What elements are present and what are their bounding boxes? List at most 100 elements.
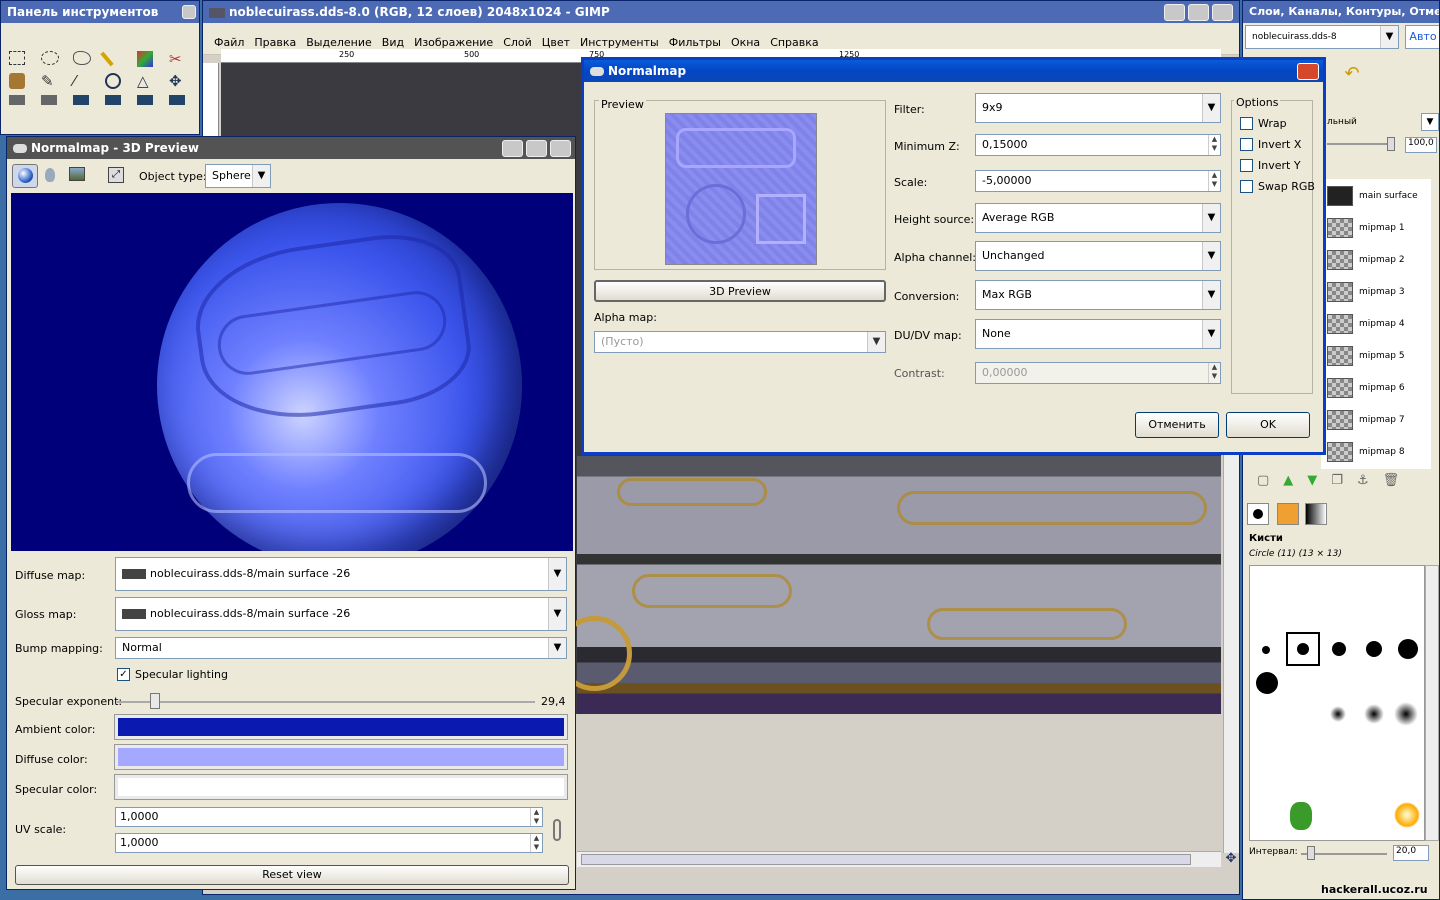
- opacity-slider[interactable]: [1327, 143, 1389, 145]
- alpha-map-select[interactable]: (Пусто) ▼: [594, 331, 886, 353]
- specular-exponent-handle[interactable]: [149, 693, 160, 709]
- minimize-icon[interactable]: [1164, 4, 1185, 21]
- wrap-checkbox[interactable]: [1240, 117, 1253, 130]
- new-layer-icon[interactable]: ▢: [1257, 473, 1269, 488]
- 3d-viewport[interactable]: [11, 193, 573, 551]
- gloss-map-select[interactable]: noblecuirass.dds-8/main surface -26 ▼: [115, 597, 567, 631]
- chevron-down-icon[interactable]: ▼: [548, 558, 566, 590]
- spin-arrows-icon[interactable]: ▲ ▼: [1208, 171, 1220, 191]
- navigate-icon[interactable]: ✥: [1223, 851, 1239, 867]
- scissors-icon[interactable]: ✂: [169, 51, 185, 67]
- preview3d-titlebar[interactable]: Normalmap - 3D Preview: [7, 137, 575, 159]
- horizontal-scrollbar[interactable]: [577, 851, 1221, 867]
- specular-exponent-track[interactable]: [117, 701, 535, 703]
- ok-button[interactable]: OK: [1226, 412, 1310, 438]
- specular-lighting-checkbox[interactable]: ✓: [117, 668, 130, 681]
- spin-arrows-icon[interactable]: ▲ ▼: [530, 808, 542, 826]
- raise-layer-icon[interactable]: ▲: [1283, 473, 1293, 488]
- ambient-color-button[interactable]: [114, 714, 568, 740]
- image-select[interactable]: noblecuirass.dds-8 ▼: [1245, 25, 1399, 49]
- layer-row[interactable]: mipmap 1: [1327, 213, 1439, 243]
- mode-select-arrow[interactable]: ▼: [1421, 113, 1439, 131]
- cancel-button[interactable]: Отменить: [1135, 412, 1219, 438]
- scale-icon[interactable]: [73, 95, 89, 105]
- close-icon[interactable]: [550, 140, 571, 157]
- brush-grid-scrollbar[interactable]: [1425, 565, 1439, 841]
- paths-icon[interactable]: ✎: [41, 73, 57, 89]
- chevron-down-icon[interactable]: ▼: [867, 332, 885, 352]
- minimize-icon[interactable]: [502, 140, 523, 157]
- close-icon[interactable]: [1297, 63, 1319, 80]
- lasso-icon[interactable]: [73, 51, 91, 65]
- opacity-slider-handle[interactable]: [1387, 137, 1395, 151]
- image-icon[interactable]: [69, 167, 85, 181]
- shear-icon[interactable]: [105, 95, 121, 105]
- maximize-icon[interactable]: [526, 140, 547, 157]
- opacity-value[interactable]: 100,0: [1405, 137, 1437, 153]
- layer-row[interactable]: mipmap 4: [1327, 309, 1439, 339]
- delete-layer-icon[interactable]: 🗑: [1383, 473, 1400, 488]
- close-icon[interactable]: [182, 5, 196, 19]
- auto-button[interactable]: Авто: [1405, 25, 1439, 49]
- object-type-select[interactable]: Sphere ▼: [205, 164, 271, 188]
- alpha-channel-select[interactable]: Unchanged ▼: [975, 241, 1221, 271]
- minimum-z-input[interactable]: 0,15000 ▲ ▼: [975, 134, 1221, 156]
- chevron-down-icon[interactable]: ▼: [1202, 204, 1220, 232]
- brush-item[interactable]: [1364, 704, 1384, 724]
- light-icon[interactable]: [45, 168, 55, 182]
- brush-tab-circle[interactable]: [1247, 503, 1269, 525]
- spin-arrows-icon[interactable]: ▲ ▼: [1208, 135, 1220, 155]
- toolbox-titlebar[interactable]: Панель инструментов: [1, 1, 199, 23]
- brush-grid[interactable]: [1249, 565, 1425, 841]
- chevron-down-icon[interactable]: ▼: [1380, 26, 1398, 48]
- anchor-icon[interactable]: ⚓: [1357, 473, 1369, 488]
- brush-item[interactable]: [1366, 641, 1382, 657]
- brush-item[interactable]: [1330, 706, 1346, 722]
- layer-row[interactable]: mipmap 2: [1327, 245, 1439, 275]
- pattern-tab[interactable]: [1277, 503, 1299, 525]
- height-source-select[interactable]: Average RGB ▼: [975, 203, 1221, 233]
- invert-x-checkbox[interactable]: [1240, 138, 1253, 151]
- bump-mapping-select[interactable]: Normal ▼: [115, 637, 567, 659]
- pepper-brush-icon[interactable]: [1290, 802, 1312, 830]
- sparkle-brush-icon[interactable]: [1394, 802, 1420, 828]
- perspective-icon[interactable]: [137, 95, 153, 105]
- flip-icon[interactable]: [169, 95, 185, 105]
- layer-row[interactable]: mipmap 5: [1327, 341, 1439, 371]
- color-select-icon[interactable]: [137, 51, 153, 67]
- conversion-select[interactable]: Max RGB ▼: [975, 280, 1221, 310]
- interval-value[interactable]: 20,0: [1393, 845, 1429, 861]
- chevron-down-icon[interactable]: ▼: [548, 638, 566, 658]
- foreground-select-icon[interactable]: [9, 73, 25, 89]
- brush-item[interactable]: [1262, 646, 1270, 654]
- brush-item[interactable]: [1332, 642, 1346, 656]
- reset-view-button[interactable]: Reset view: [15, 865, 569, 885]
- spin-arrows-icon[interactable]: ▲ ▼: [530, 834, 542, 852]
- contrast-input[interactable]: 0,00000 ▲ ▼: [975, 362, 1221, 384]
- fuzzy-select-icon[interactable]: [100, 51, 114, 67]
- uv-scale-u-input[interactable]: 1,0000 ▲ ▼: [115, 807, 543, 827]
- layer-row[interactable]: mipmap 8: [1327, 437, 1439, 467]
- diffuse-map-select[interactable]: noblecuirass.dds-8/main surface -26 ▼: [115, 557, 567, 591]
- chain-link-icon[interactable]: [553, 819, 561, 841]
- uv-scale-v-input[interactable]: 1,0000 ▲ ▼: [115, 833, 543, 853]
- brush-item[interactable]: [1394, 702, 1418, 726]
- crop-icon[interactable]: [9, 95, 25, 105]
- chevron-down-icon[interactable]: ▼: [1202, 281, 1220, 309]
- layer-row[interactable]: mipmap 6: [1327, 373, 1439, 403]
- brush-item[interactable]: [1256, 672, 1278, 694]
- specular-color-button[interactable]: [114, 774, 568, 800]
- spin-arrows-icon[interactable]: ▲ ▼: [1208, 363, 1220, 383]
- lower-layer-icon[interactable]: ▼: [1307, 473, 1317, 488]
- dudv-map-select[interactable]: None ▼: [975, 319, 1221, 349]
- sphere-view-icon[interactable]: [12, 164, 38, 188]
- chevron-down-icon[interactable]: ▼: [1202, 94, 1220, 122]
- swap-rgb-checkbox[interactable]: [1240, 180, 1253, 193]
- normalmap-titlebar[interactable]: Normalmap: [584, 60, 1323, 82]
- diffuse-color-button[interactable]: [114, 744, 568, 770]
- gradient-tab[interactable]: [1305, 503, 1327, 525]
- layer-row[interactable]: main surface: [1327, 181, 1439, 211]
- interval-slider-handle[interactable]: [1307, 846, 1315, 860]
- chevron-down-icon[interactable]: ▼: [1202, 320, 1220, 348]
- filter-select[interactable]: 9x9 ▼: [975, 93, 1221, 123]
